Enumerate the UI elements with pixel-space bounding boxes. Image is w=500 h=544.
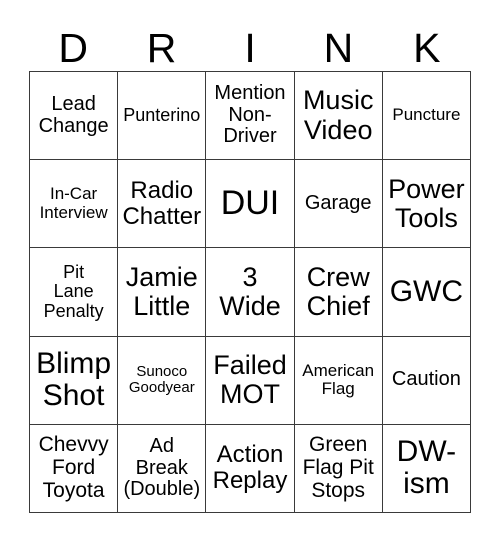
header-letter-n: N — [323, 25, 354, 71]
bingo-cell-label: Green Flag Pit Stops — [302, 433, 374, 502]
bingo-cell-label: Chevvy Ford Toyota — [38, 433, 109, 502]
bingo-cell-label: 3 Wide — [219, 261, 281, 321]
bingo-cell-label: Action Replay — [212, 441, 288, 495]
bingo-cell[interactable]: Puncture — [382, 72, 471, 161]
bingo-cell-label: Mention Non- Driver — [214, 82, 286, 148]
bingo-cell-label: Crew Chief — [306, 261, 370, 321]
bingo-grid: Lead Change Punterino Mention Non- Drive… — [29, 71, 471, 513]
bingo-cell[interactable]: In-Car Interview — [30, 160, 119, 249]
bingo-cell[interactable]: Garage — [294, 160, 383, 249]
bingo-cell-label: Music Video — [302, 85, 374, 145]
header-letter-i: I — [244, 25, 256, 71]
bingo-card: D R I N K Lead Change Punterino Mention … — [0, 0, 500, 544]
bingo-cell[interactable]: Caution — [382, 336, 471, 425]
bingo-cell[interactable]: Punterino — [118, 72, 207, 161]
bingo-cell-label: DUI — [220, 184, 280, 223]
bingo-cell-label: Sunoco Goodyear — [128, 363, 195, 397]
bingo-cell-label: GWC — [389, 274, 464, 308]
bingo-cell[interactable]: Action Replay — [206, 424, 295, 513]
bingo-cell[interactable]: Crew Chief — [294, 248, 383, 337]
bingo-cell[interactable]: Ad Break (Double) — [118, 424, 207, 513]
bingo-header-letters: D R I N K — [29, 12, 471, 71]
bingo-cell-label: Blimp Shot — [36, 346, 112, 413]
bingo-cell-label: Power Tools — [388, 173, 465, 233]
bingo-cell[interactable]: GWC — [382, 248, 471, 337]
bingo-cell-label: Puncture — [392, 105, 461, 125]
bingo-cell-label: Radio Chatter — [122, 176, 202, 230]
bingo-cell[interactable]: 3 Wide — [206, 248, 295, 337]
bingo-cell-label: Lead Change — [38, 93, 109, 137]
bingo-cell[interactable]: Pit Lane Penalty — [30, 248, 119, 337]
bingo-cell[interactable]: Sunoco Goodyear — [118, 336, 207, 425]
bingo-cell-label: American Flag — [302, 360, 375, 399]
bingo-cell[interactable]: Jamie Little — [118, 248, 207, 337]
bingo-cell[interactable]: DUI — [206, 160, 295, 249]
bingo-cell-label: In-Car Interview — [39, 184, 108, 222]
bingo-cell-label: Jamie Little — [125, 261, 198, 321]
bingo-cell-label: Punterino — [123, 104, 201, 125]
bingo-cell-label: Failed MOT — [213, 350, 287, 410]
bingo-cell[interactable]: Blimp Shot — [30, 336, 119, 425]
bingo-cell[interactable]: Lead Change — [30, 72, 119, 161]
bingo-cell[interactable]: Chevvy Ford Toyota — [30, 424, 119, 513]
bingo-cell-label: Pit Lane Penalty — [43, 261, 104, 321]
bingo-cell[interactable]: DW- ism — [382, 424, 471, 513]
header-letter-r: R — [146, 25, 177, 71]
bingo-cell-label: Garage — [304, 191, 372, 214]
bingo-cell[interactable]: Radio Chatter — [118, 160, 207, 249]
bingo-cell[interactable]: American Flag — [294, 336, 383, 425]
bingo-cell-label: DW- ism — [396, 435, 457, 501]
bingo-cell-label: Caution — [391, 368, 461, 391]
bingo-cell-label: Ad Break (Double) — [123, 435, 201, 501]
bingo-cell[interactable]: Green Flag Pit Stops — [294, 424, 383, 513]
header-letter-k: K — [413, 25, 441, 71]
bingo-cell[interactable]: Power Tools — [382, 160, 471, 249]
header-letter-d: D — [58, 25, 88, 71]
bingo-cell[interactable]: Failed MOT — [206, 336, 295, 425]
bingo-cell[interactable]: Mention Non- Driver — [206, 72, 295, 161]
bingo-cell[interactable]: Music Video — [294, 72, 383, 161]
